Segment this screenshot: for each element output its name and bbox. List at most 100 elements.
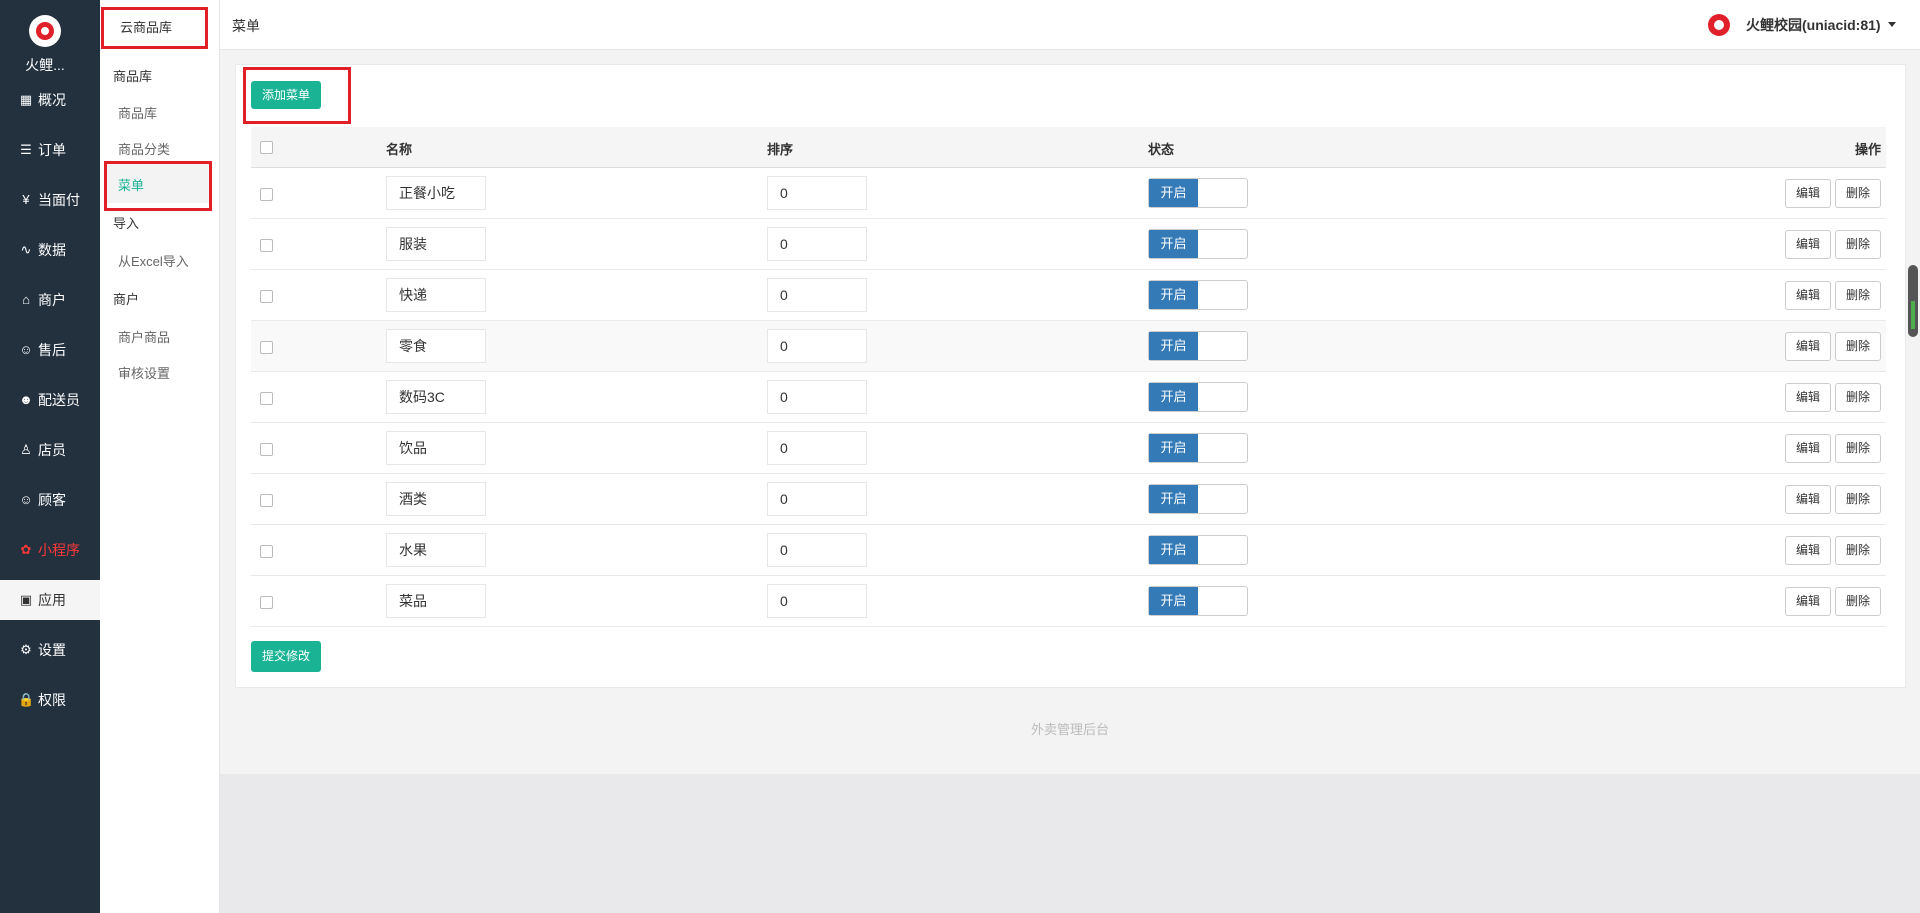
table-row: 零食 0 开启 编辑 删除: [251, 321, 1886, 372]
submit-changes-button[interactable]: 提交修改: [251, 641, 321, 672]
nav-item-after-sales[interactable]: ☺ 售后: [0, 330, 100, 370]
toggle-on-label: 开启: [1149, 536, 1198, 564]
edit-button[interactable]: 编辑: [1785, 485, 1831, 514]
row-name-input[interactable]: 快递: [386, 278, 486, 312]
user-logo-icon: [1708, 14, 1730, 36]
status-toggle[interactable]: 开启: [1148, 586, 1248, 616]
nav-item-label: 订单: [38, 142, 66, 158]
row-sort-input[interactable]: 0: [767, 329, 867, 363]
row-sort-input[interactable]: 0: [767, 278, 867, 312]
delete-button[interactable]: 删除: [1835, 281, 1881, 310]
nav-item-label: 当面付: [38, 192, 80, 208]
edit-button[interactable]: 编辑: [1785, 332, 1831, 361]
row-name-input[interactable]: 服装: [386, 227, 486, 261]
status-toggle[interactable]: 开启: [1148, 484, 1248, 514]
edit-button[interactable]: 编辑: [1785, 179, 1831, 208]
row-checkbox[interactable]: [260, 545, 273, 558]
delete-button[interactable]: 删除: [1835, 383, 1881, 412]
nav-item-merchants[interactable]: ⌂ 商户: [0, 280, 100, 320]
edit-button[interactable]: 编辑: [1785, 281, 1831, 310]
sub-nav: 云商品库 商品库 商品库 商品分类 菜单 导入 从Excel导入 商户 商户商品…: [100, 0, 220, 913]
row-name-input[interactable]: 零食: [386, 329, 486, 363]
status-toggle[interactable]: 开启: [1148, 280, 1248, 310]
add-menu-button[interactable]: 添加菜单: [251, 81, 321, 109]
row-name-input[interactable]: 菜品: [386, 584, 486, 618]
row-sort-input[interactable]: 0: [767, 227, 867, 261]
toggle-on-label: 开启: [1149, 230, 1198, 258]
nav-item-orders[interactable]: ☰ 订单: [0, 130, 100, 170]
status-toggle[interactable]: 开启: [1148, 229, 1248, 259]
status-toggle[interactable]: 开启: [1148, 433, 1248, 463]
yen-icon: ¥: [22, 192, 30, 207]
status-toggle[interactable]: 开启: [1148, 535, 1248, 565]
nav-item-label: 店员: [38, 442, 66, 458]
delete-button[interactable]: 删除: [1835, 536, 1881, 565]
logo-icon[interactable]: [29, 15, 61, 47]
lock-icon: 🔒: [18, 692, 35, 707]
row-checkbox[interactable]: [260, 239, 273, 252]
row-name-input[interactable]: 正餐小吃: [386, 176, 486, 210]
row-sort-input[interactable]: 0: [767, 380, 867, 414]
delete-button[interactable]: 删除: [1835, 179, 1881, 208]
edit-button[interactable]: 编辑: [1785, 383, 1831, 412]
nav-item-apps[interactable]: ▣ 应用: [0, 580, 100, 620]
row-sort-input[interactable]: 0: [767, 176, 867, 210]
delete-button[interactable]: 删除: [1835, 230, 1881, 259]
select-all-checkbox[interactable]: [260, 141, 273, 154]
edit-button[interactable]: 编辑: [1785, 230, 1831, 259]
row-name-input[interactable]: 酒类: [386, 482, 486, 516]
nav-item-permissions[interactable]: 🔒 权限: [0, 680, 100, 720]
nav-item-clerks[interactable]: ♙ 店员: [0, 430, 100, 470]
row-checkbox[interactable]: [260, 290, 273, 303]
row-sort-input[interactable]: 0: [767, 533, 867, 567]
order-icon: ☰: [20, 142, 32, 157]
subnav-item-product-category[interactable]: 商品分类: [118, 139, 170, 158]
row-checkbox[interactable]: [260, 392, 273, 405]
nav-item-label: 数据: [38, 242, 66, 258]
row-name-input[interactable]: 水果: [386, 533, 486, 567]
nav-item-data[interactable]: ∿ 数据: [0, 230, 100, 270]
delete-button[interactable]: 删除: [1835, 434, 1881, 463]
subnav-item-product-library[interactable]: 商品库: [118, 103, 157, 122]
row-sort-input[interactable]: 0: [767, 584, 867, 618]
toggle-on-label: 开启: [1149, 383, 1198, 411]
subnav-item-review-settings[interactable]: 审核设置: [118, 363, 170, 382]
subnav-cloud-library[interactable]: 云商品库: [120, 17, 172, 36]
row-checkbox[interactable]: [260, 494, 273, 507]
nav-item-couriers[interactable]: ☻ 配送员: [0, 380, 100, 420]
row-checkbox[interactable]: [260, 596, 273, 609]
user-menu[interactable]: 火鲤校园(uniacid:81): [1746, 15, 1881, 35]
scrollbar-handle[interactable]: [1908, 265, 1918, 337]
subnav-item-merchant-products[interactable]: 商户商品: [118, 327, 170, 346]
row-checkbox[interactable]: [260, 443, 273, 456]
table-row: 服装 0 开启 编辑 删除: [251, 219, 1886, 270]
top-header: 菜单 火鲤校园(uniacid:81): [220, 0, 1920, 50]
row-sort-input[interactable]: 0: [767, 431, 867, 465]
chevron-down-icon[interactable]: [1888, 22, 1896, 27]
row-checkbox[interactable]: [260, 188, 273, 201]
nav-item-face-pay[interactable]: ¥ 当面付: [0, 180, 100, 220]
row-checkbox[interactable]: [260, 341, 273, 354]
status-toggle[interactable]: 开启: [1148, 382, 1248, 412]
delete-button[interactable]: 删除: [1835, 332, 1881, 361]
subnav-item-menu[interactable]: 菜单: [118, 175, 144, 194]
status-toggle[interactable]: 开启: [1148, 178, 1248, 208]
row-name-input[interactable]: 饮品: [386, 431, 486, 465]
edit-button[interactable]: 编辑: [1785, 434, 1831, 463]
nav-item-label: 小程序: [38, 542, 80, 558]
nav-item-settings[interactable]: ⚙ 设置: [0, 630, 100, 670]
service-icon: ☺: [19, 342, 33, 357]
nav-item-miniprogram[interactable]: ✿ 小程序: [0, 530, 100, 570]
nav-item-overview[interactable]: ▦ 概况: [0, 80, 100, 120]
subnav-item-excel-import[interactable]: 从Excel导入: [118, 251, 189, 270]
table-row: 快递 0 开启 编辑 删除: [251, 270, 1886, 321]
edit-button[interactable]: 编辑: [1785, 587, 1831, 616]
edit-button[interactable]: 编辑: [1785, 536, 1831, 565]
delete-button[interactable]: 删除: [1835, 485, 1881, 514]
status-toggle[interactable]: 开启: [1148, 331, 1248, 361]
row-name-input[interactable]: 数码3C: [386, 380, 486, 414]
nav-item-customers[interactable]: ☺ 顾客: [0, 480, 100, 520]
delete-button[interactable]: 删除: [1835, 587, 1881, 616]
row-sort-input[interactable]: 0: [767, 482, 867, 516]
nav-item-label: 概况: [38, 92, 66, 108]
